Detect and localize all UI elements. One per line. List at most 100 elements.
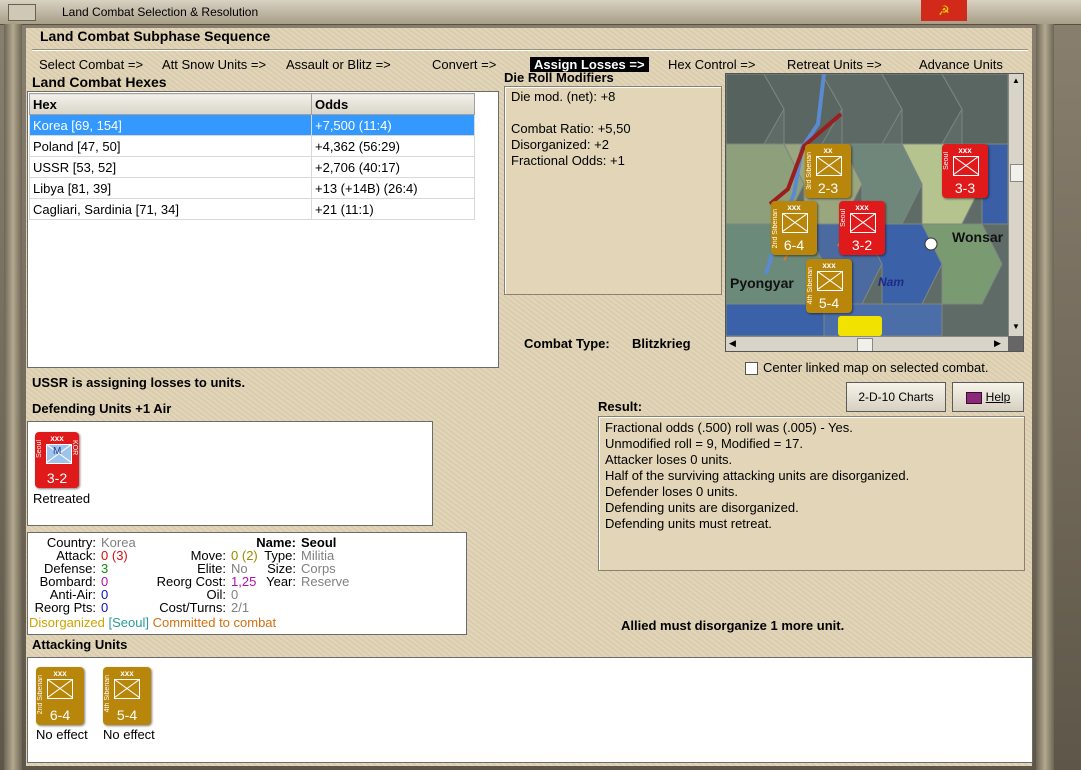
result-heading: Result: xyxy=(598,399,643,414)
counter-country-code: KOR xyxy=(71,440,78,456)
modifier-line: Die mod. (net): +8 xyxy=(511,89,616,104)
combat-type-value: Blitzkrieg xyxy=(632,336,691,351)
map-counter[interactable]: xxx 2nd Siberian 6-4 xyxy=(771,201,817,255)
hexes-table: Hex Odds Korea [69, 154] +7,500 (11:4) Po… xyxy=(29,93,475,220)
hexes-heading: Land Combat Hexes xyxy=(32,74,167,90)
table-row[interactable]: Libya [81, 39] +13 (+14B) (26:4) xyxy=(29,177,475,199)
year-value: Reserve xyxy=(301,574,350,589)
counter-strength: 6-4 xyxy=(49,707,71,723)
map-counter-partial[interactable] xyxy=(838,316,882,336)
scroll-up-icon[interactable]: ▲ xyxy=(1011,76,1021,86)
modifier-line: Fractional Odds: +1 xyxy=(511,153,625,168)
attacking-unit-counter[interactable]: xxx 2nd Siberian 6-4 xyxy=(36,667,84,725)
defending-unit-counter[interactable]: xxx Seoul KOR M 3-2 xyxy=(35,432,79,488)
result-line: Half of the surviving attacking units ar… xyxy=(605,468,910,483)
horizontal-scroll-thumb[interactable] xyxy=(857,338,873,351)
attacking-unit-status: No effect xyxy=(36,727,88,742)
cost-turns-label: Cost/Turns: xyxy=(159,600,226,615)
odds-cell: +21 (11:1) xyxy=(311,198,475,220)
year-label: Year: xyxy=(266,574,296,589)
result-line: Unmodified roll = 9, Modified = 17. xyxy=(605,436,803,451)
linked-map[interactable]: Pyongyar Wonsar Nam xx 3rd Siberian 2-3 … xyxy=(725,73,1024,352)
phase-hex-control: Hex Control => xyxy=(668,57,756,72)
result-line: Attacker loses 0 units. xyxy=(605,452,733,467)
attacking-unit-status: No effect xyxy=(103,727,155,742)
map-counter[interactable]: xx 3rd Siberian 2-3 xyxy=(805,144,851,198)
phase-retreat-units: Retreat Units => xyxy=(787,57,882,72)
window-menu-icon[interactable] xyxy=(8,4,36,21)
unit-name-flag: [Seoul] xyxy=(108,615,149,630)
table-row[interactable]: Korea [69, 154] +7,500 (11:4) xyxy=(29,114,475,136)
reorg-pts-label: Reorg Pts: xyxy=(34,600,96,615)
help-button[interactable]: Help xyxy=(952,382,1024,412)
modifiers-heading: Die Roll Modifiers xyxy=(504,70,614,85)
map-label-nam: Nam xyxy=(878,275,905,289)
table-row[interactable]: Cagliari, Sardinia [71, 34] +21 (11:1) xyxy=(29,198,475,220)
counter-strength: 6-4 xyxy=(783,237,805,253)
modifiers-panel xyxy=(504,86,722,295)
subphase-divider xyxy=(32,49,1028,51)
map-horizontal-scrollbar[interactable]: ◀ ▶ xyxy=(726,336,1008,351)
infantry-symbol-icon xyxy=(817,271,843,291)
corps-symbol-icon xyxy=(953,156,979,176)
city-marker-icon xyxy=(924,237,938,251)
scroll-down-icon[interactable]: ▼ xyxy=(1011,322,1021,332)
result-line: Defending units are disorganized. xyxy=(605,500,799,515)
combat-type-label: Combat Type: xyxy=(524,336,610,351)
center-map-label: Center linked map on selected combat. xyxy=(763,360,989,375)
map-counter[interactable]: xxx 4th Siberian 5-4 xyxy=(806,259,852,313)
phase-convert: Convert => xyxy=(432,57,497,72)
close-button[interactable]: ☭ xyxy=(921,0,967,21)
attacking-unit-counter[interactable]: xxx 4th Siberian 5-4 xyxy=(103,667,151,725)
hex-cell: Korea [69, 154] xyxy=(29,114,312,136)
map-label-pyongyang: Pyongyar xyxy=(730,275,794,291)
attack-base-value: (3) xyxy=(111,548,128,563)
charts-button[interactable]: 2-D-10 Charts xyxy=(846,382,946,412)
infantry-symbol-icon xyxy=(782,213,808,233)
modifier-line: Disorganized: +2 xyxy=(511,137,609,152)
help-label: Help xyxy=(985,390,1011,404)
subphase-heading: Land Combat Subphase Sequence xyxy=(40,28,271,44)
counter-type-letter: M xyxy=(53,446,62,457)
counter-unit-name: Seoul xyxy=(943,152,950,170)
defending-unit-status: Retreated xyxy=(33,491,91,506)
result-line: Defending units must retreat. xyxy=(605,516,772,531)
counter-strength: 2-3 xyxy=(817,180,839,196)
map-counter[interactable]: xxx Seoul 3-3 xyxy=(942,144,988,198)
scroll-left-icon[interactable]: ◀ xyxy=(729,338,736,349)
counter-strength: 3-2 xyxy=(46,470,68,486)
corps-symbol-icon xyxy=(816,156,842,176)
left-frame-strip xyxy=(4,24,22,770)
attacking-heading: Attacking Units xyxy=(32,637,128,652)
right-frame-strip xyxy=(1036,24,1054,770)
column-odds[interactable]: Odds xyxy=(311,93,475,115)
map-vertical-scrollbar[interactable]: ▲ ▼ xyxy=(1008,74,1023,336)
defending-heading: Defending Units +1 Air xyxy=(32,401,172,416)
phase-assault-blitz: Assault or Blitz => xyxy=(286,57,391,72)
odds-cell: +7,500 (11:4) xyxy=(311,114,475,136)
modifier-line: Combat Ratio: +5,50 xyxy=(511,121,631,136)
table-row[interactable]: USSR [53, 52] +2,706 (40:17) xyxy=(29,156,475,178)
hex-cell: USSR [53, 52] xyxy=(29,156,312,178)
column-hex[interactable]: Hex xyxy=(29,93,312,115)
committed-flag: Committed to combat xyxy=(152,615,277,630)
odds-cell: +2,706 (40:17) xyxy=(311,156,475,178)
disorganized-flag: Disorganized xyxy=(29,615,105,630)
counter-strength: 5-4 xyxy=(818,295,840,311)
militia-symbol-icon xyxy=(850,213,876,233)
result-line: Fractional odds (.500) roll was (.005) -… xyxy=(605,420,853,435)
attacking-units-panel xyxy=(27,657,1033,763)
odds-cell: +13 (+14B) (26:4) xyxy=(311,177,475,199)
map-counter[interactable]: xxx Seoul 3-2 xyxy=(839,201,885,255)
table-row[interactable]: Poland [47, 50] +4,362 (56:29) xyxy=(29,135,475,157)
odds-cell: +4,362 (56:29) xyxy=(311,135,475,157)
counter-strength: 3-3 xyxy=(954,180,976,196)
defending-units-panel xyxy=(27,421,433,526)
center-map-checkbox[interactable] xyxy=(745,362,758,375)
infantry-symbol-icon xyxy=(47,679,73,699)
help-book-icon xyxy=(965,391,982,404)
hex-cell: Poland [47, 50] xyxy=(29,135,312,157)
title-bar[interactable]: Land Combat Selection & Resolution ☭ xyxy=(0,0,1081,25)
vertical-scroll-thumb[interactable] xyxy=(1010,164,1023,182)
scroll-right-icon[interactable]: ▶ xyxy=(994,338,1001,349)
